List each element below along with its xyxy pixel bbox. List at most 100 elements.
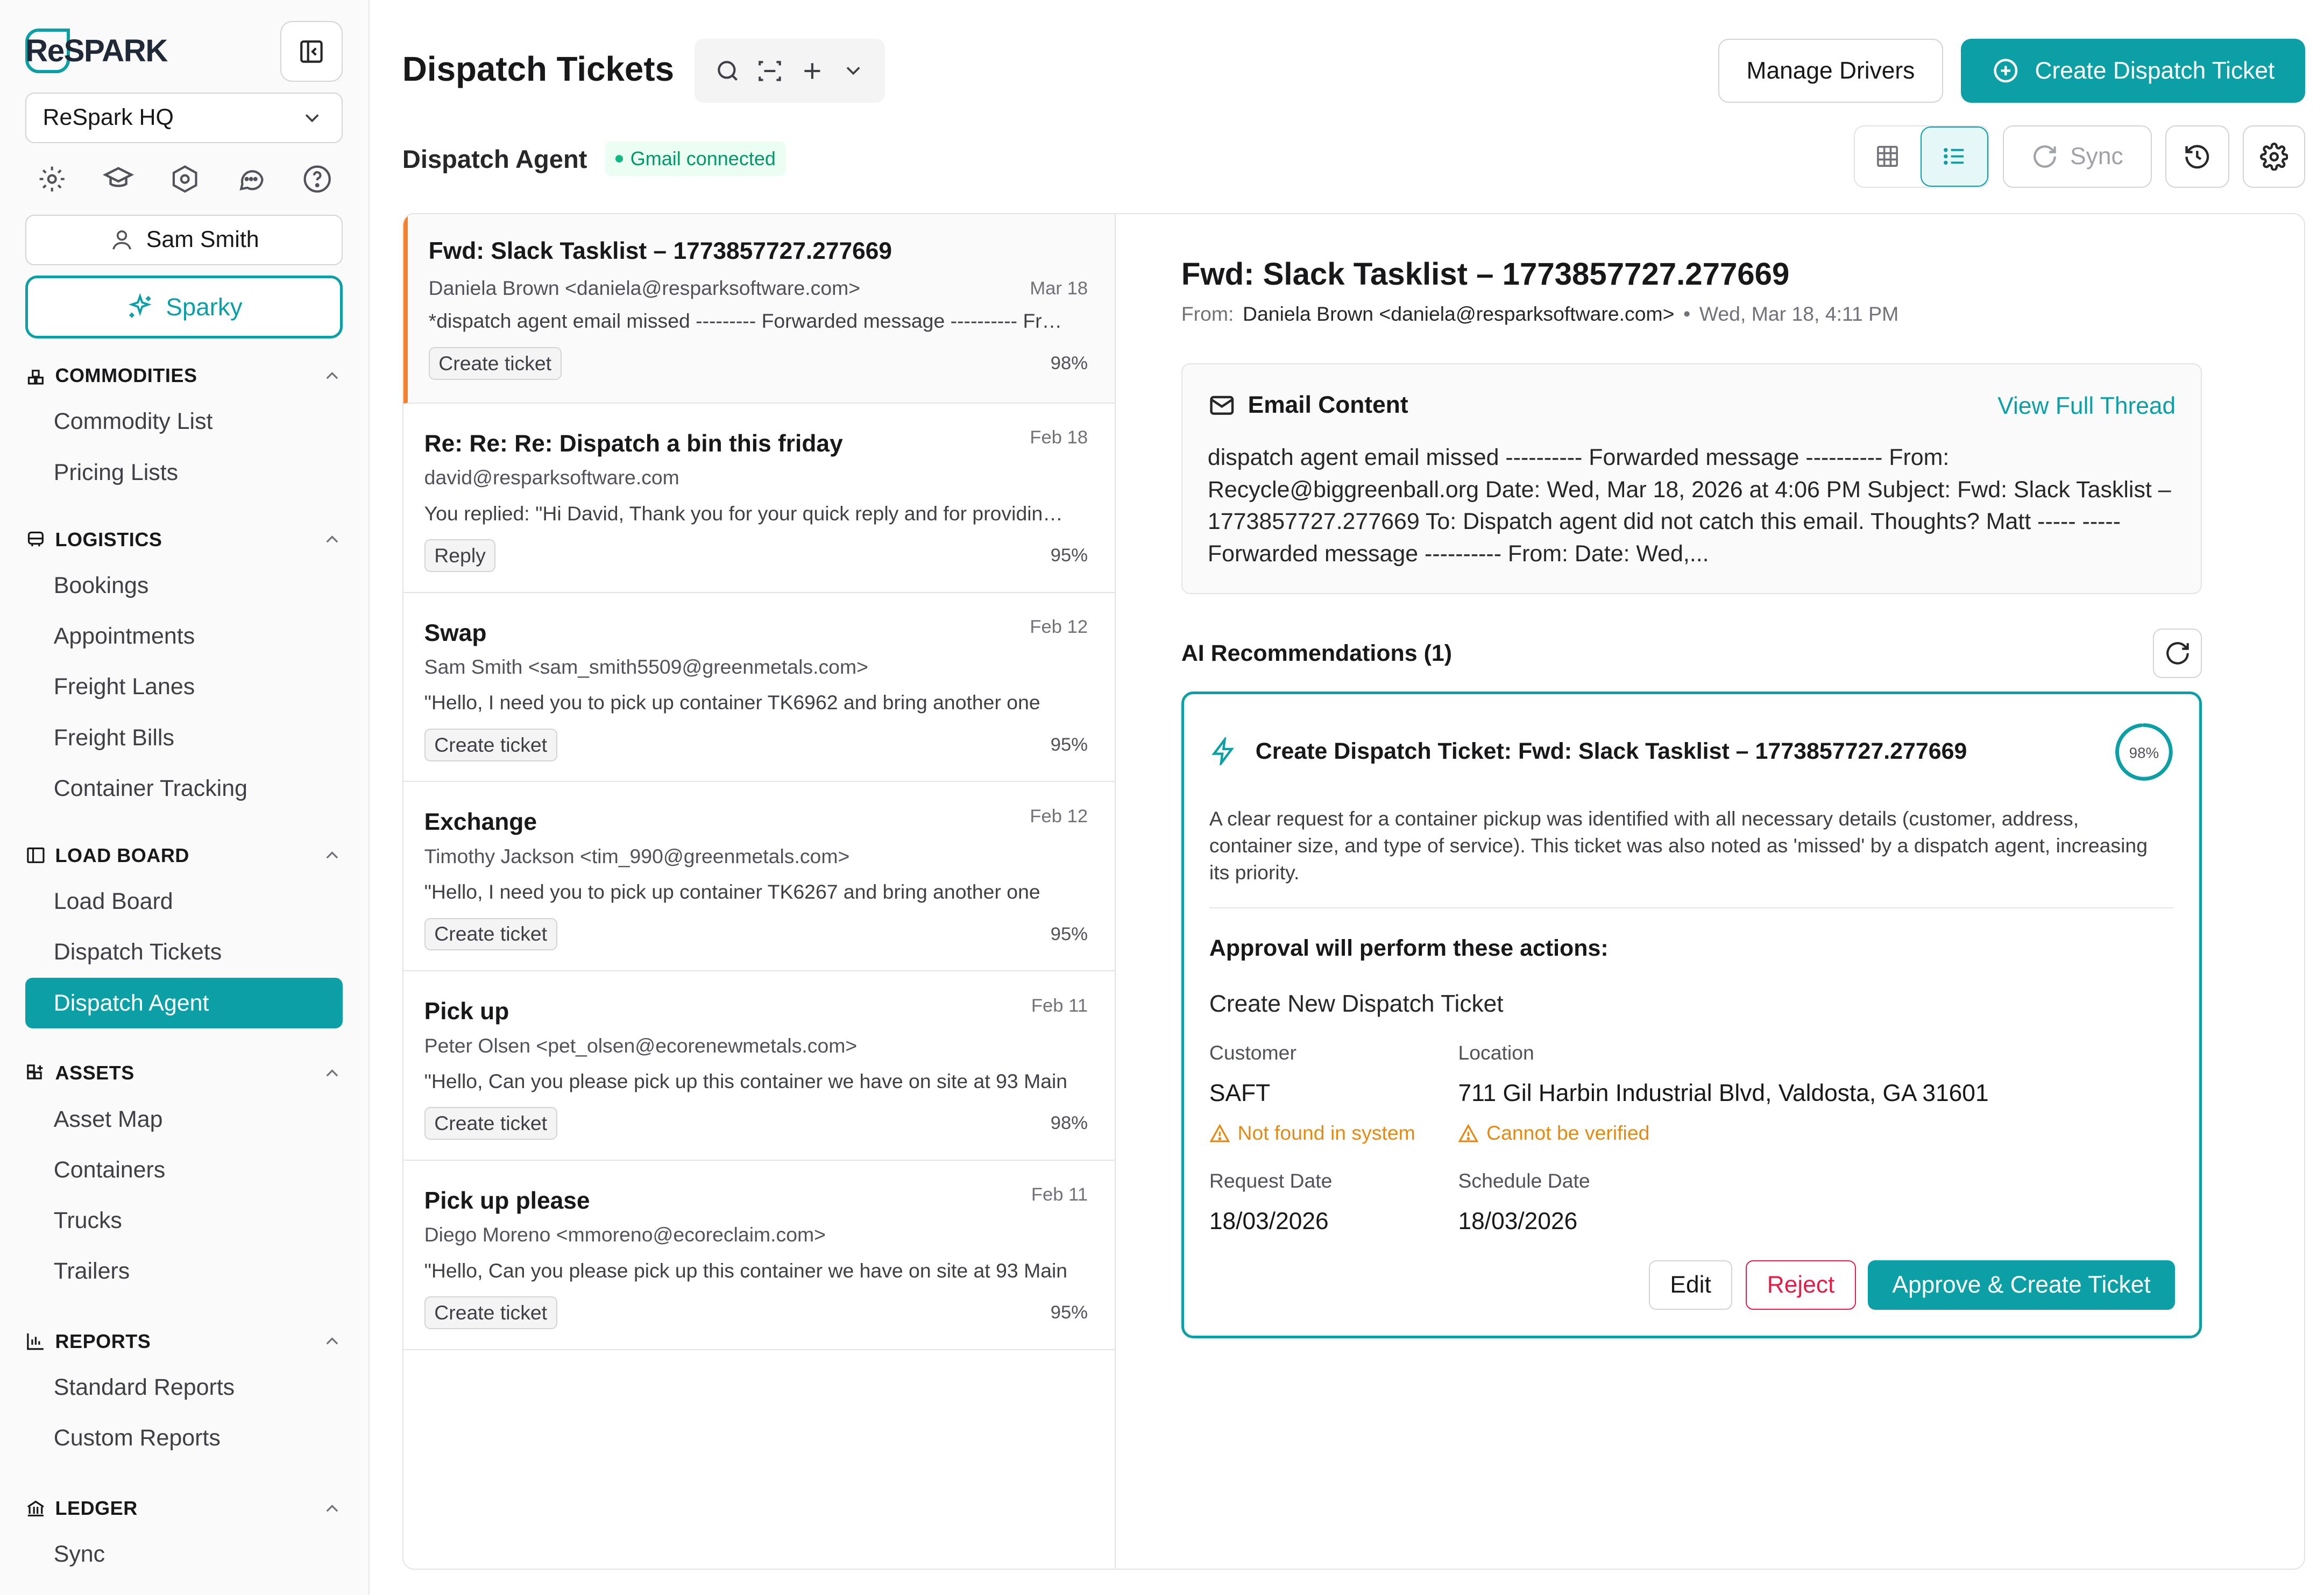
sidebar-item-commodity-list[interactable]: Commodity List [25, 397, 343, 447]
customer-warning-text: Not found in system [1237, 1121, 1415, 1145]
nav-section-header[interactable]: COMMODITIES [25, 358, 343, 393]
sidebar-item-dispatch-tickets[interactable]: Dispatch Tickets [25, 927, 343, 978]
create-ticket-button[interactable]: Create ticket [424, 728, 557, 761]
settings-button[interactable] [2242, 125, 2306, 188]
sidebar-item-trailers[interactable]: Trailers [25, 1246, 343, 1297]
search-icon[interactable] [714, 58, 741, 84]
sidebar-item-load-board[interactable]: Load Board [25, 877, 343, 927]
view-full-thread-link[interactable]: View Full Thread [1997, 393, 2176, 420]
graduation-cap-icon[interactable] [101, 161, 136, 196]
sidebar-item-pricing-lists[interactable]: Pricing Lists [25, 447, 343, 498]
sidebar-item-trucks[interactable]: Trucks [25, 1195, 343, 1246]
refresh-recommendations-button[interactable] [2152, 629, 2202, 678]
email-list-item[interactable]: Fwd: Slack Tasklist – 1773857727.277669 M… [403, 214, 1115, 404]
email-list-item[interactable]: Exchange Feb 12 Timothy Jackson <tim_990@g… [403, 782, 1115, 972]
sidebar-item-freight-lanes[interactable]: Freight Lanes [25, 662, 343, 712]
nav-section-title: COMMODITIES [55, 364, 197, 387]
sidebar-item-bookings[interactable]: Bookings [25, 560, 343, 611]
help-icon[interactable] [300, 161, 335, 196]
customer-warning: Not found in system [1209, 1121, 1415, 1145]
chevron-up-icon[interactable] [322, 1331, 343, 1352]
nav-section-header[interactable]: LEDGER [25, 1491, 343, 1526]
sidebar-item-sync-log[interactable]: Sync Log [25, 1580, 343, 1595]
sidebar-item-containers[interactable]: Containers [25, 1145, 343, 1195]
approve-create-button[interactable]: Approve & Create Ticket [1868, 1260, 2175, 1310]
email-date: Feb 11 [1031, 995, 1088, 1016]
ai-recommendations-header: AI Recommendations (1) [1181, 640, 1452, 667]
confidence-score: 95% [1050, 1302, 1088, 1323]
sidebar-item-custom-reports[interactable]: Custom Reports [25, 1413, 343, 1464]
scan-icon[interactable] [756, 58, 783, 84]
chevron-up-icon[interactable] [322, 529, 343, 550]
email-preview: "Hello, Can you please pick up this cont… [424, 1259, 1068, 1282]
divider [1209, 907, 2174, 909]
nav-section-header[interactable]: LOAD BOARD [25, 838, 343, 873]
sync-button[interactable]: Sync [2002, 125, 2152, 188]
reply-button[interactable]: Reply [424, 539, 496, 572]
nav-section-header[interactable]: LOGISTICS [25, 521, 343, 557]
create-ticket-button[interactable]: Create ticket [424, 1107, 557, 1140]
gmail-status-label: Gmail connected [630, 147, 776, 170]
sidebar-item-asset-map[interactable]: Asset Map [25, 1094, 343, 1145]
reject-button[interactable]: Reject [1746, 1260, 1857, 1310]
create-ticket-button[interactable]: Create ticket [424, 918, 557, 951]
email-subject: Swap [424, 619, 487, 646]
sidebar-item-sync[interactable]: Sync [25, 1529, 343, 1580]
email-list-item[interactable]: Pick up Feb 11 Peter Olsen <pet_olsen@ecor… [403, 971, 1115, 1161]
plus-icon[interactable] [799, 58, 826, 84]
list-view-button[interactable] [1920, 126, 1988, 187]
sparky-button[interactable]: Sparky [25, 276, 343, 338]
edit-button[interactable]: Edit [1649, 1260, 1733, 1310]
email-subject: Exchange [424, 809, 537, 836]
chevron-up-icon[interactable] [322, 845, 343, 866]
hexagon-icon[interactable] [167, 161, 202, 196]
manage-drivers-button[interactable]: Manage Drivers [1718, 39, 1944, 103]
grid-view-button[interactable] [1855, 126, 1921, 187]
org-selector[interactable]: ReSpark HQ [25, 92, 343, 143]
detail-meta: From: Daniela Brown <daniela@resparksoft… [1181, 302, 1898, 326]
create-ticket-button[interactable]: Create ticket [428, 347, 562, 380]
nav-section-label: ASSETS [25, 1062, 134, 1084]
gear-icon [2259, 142, 2288, 171]
nav-section-header[interactable]: REPORTS [25, 1324, 343, 1359]
email-list-item[interactable]: Swap Feb 12 Sam Smith <sam_smith5509@green… [403, 593, 1115, 782]
settings-icon[interactable] [34, 161, 70, 196]
confidence-ring-chart: 98% [2115, 723, 2173, 781]
refresh-icon [2034, 145, 2056, 168]
sidebar-item-standard-reports[interactable]: Standard Reports [25, 1363, 343, 1413]
email-list-item[interactable]: Re: Re: Re: Dispatch a bin this friday Fe… [403, 404, 1115, 593]
chevron-up-icon[interactable] [322, 365, 343, 386]
manage-drivers-label: Manage Drivers [1746, 57, 1915, 84]
refresh-icon [2166, 642, 2189, 665]
board-icon [27, 848, 45, 864]
nav-section-label: REPORTS [25, 1330, 151, 1353]
email-sender: Peter Olsen <pet_olsen@ecorenewmetals.co… [424, 1034, 858, 1057]
confidence-score: 95% [1050, 545, 1088, 566]
truck-icon [27, 532, 44, 547]
email-date: Feb 12 [1030, 806, 1088, 827]
create-ticket-button[interactable]: Create ticket [424, 1296, 557, 1330]
create-dispatch-ticket-label: Create Dispatch Ticket [2035, 57, 2275, 84]
sidebar-item-container-tracking[interactable]: Container Tracking [25, 763, 343, 814]
respark-logo[interactable]: ReSPARK [25, 25, 168, 76]
chat-icon[interactable] [233, 161, 269, 196]
nav-section-title: REPORTS [55, 1330, 151, 1352]
confidence-ring: 98% [2114, 722, 2174, 782]
sidebar-item-freight-bills[interactable]: Freight Bills [25, 712, 343, 763]
chevron-down-icon[interactable] [841, 59, 865, 82]
user-profile-button[interactable]: Sam Smith [25, 214, 343, 266]
chevron-up-icon[interactable] [322, 1063, 343, 1084]
nav-section-header[interactable]: ASSETS [25, 1055, 343, 1091]
warning-icon [1458, 1124, 1479, 1142]
email-list-item[interactable]: Pick up please Feb 11 Diego Moreno <mmoren… [403, 1161, 1115, 1350]
recommendation-card: Create Dispatch Ticket: Fwd: Slack Taskl… [1181, 691, 2202, 1338]
schedule-date-label: Schedule Date [1458, 1169, 1590, 1192]
create-dispatch-ticket-button[interactable]: Create Dispatch Ticket [1961, 39, 2306, 103]
collapse-sidebar-button[interactable] [280, 20, 343, 82]
history-button[interactable] [2165, 125, 2229, 188]
sidebar-collapse-icon [300, 40, 323, 63]
nav-section-title: LOGISTICS [55, 528, 162, 551]
sidebar-item-appointments[interactable]: Appointments [25, 611, 343, 662]
sidebar-item-dispatch-agent[interactable]: Dispatch Agent [25, 977, 343, 1029]
chevron-up-icon[interactable] [322, 1498, 343, 1519]
